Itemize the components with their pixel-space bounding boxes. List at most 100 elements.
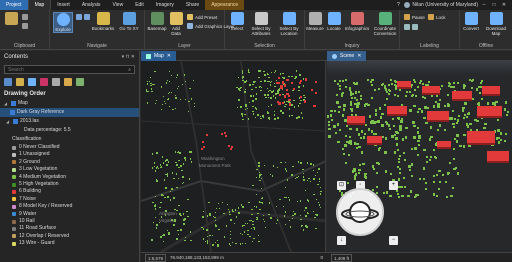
measure-button[interactable]: Measure — [305, 12, 325, 31]
bookmarks-button[interactable]: Bookmarks — [90, 12, 116, 31]
data-source-icon[interactable] — [16, 78, 24, 86]
cut-button[interactable] — [22, 14, 28, 20]
label-icon — [404, 24, 410, 30]
classification-item[interactable]: 13 Wire - Guard — [0, 240, 139, 247]
class-color-swatch[interactable] — [12, 234, 16, 239]
classification-item[interactable]: 2 Ground — [0, 159, 139, 166]
classification-item[interactable]: 12 Overlap / Reserved — [0, 233, 139, 240]
zoom-full-extent-button[interactable]: ⊡ — [337, 181, 346, 190]
drawing-order-icon[interactable] — [4, 78, 12, 86]
zoom-tools[interactable] — [76, 14, 90, 20]
lock-button[interactable]: Lock — [428, 14, 446, 20]
tree-item-map[interactable]: ◢ Map — [0, 99, 139, 108]
classification-item[interactable]: 1 Unassigned — [0, 151, 139, 158]
convert-button[interactable]: Convert — [460, 12, 482, 31]
labeling-list-icon[interactable] — [64, 78, 72, 86]
scene-scale-box[interactable]: 1,409 ft — [331, 254, 353, 262]
close-button[interactable]: ✕ — [500, 2, 508, 8]
locate-button[interactable]: Locate — [325, 12, 343, 31]
scene-navigator[interactable] — [336, 188, 384, 236]
las-visibility-checkbox[interactable] — [13, 119, 18, 124]
nav-down-button[interactable]: ↓ — [337, 236, 346, 245]
tab-scene-view[interactable]: Scene ✕ — [327, 51, 367, 61]
class-color-swatch[interactable] — [12, 212, 16, 217]
add-preset-button[interactable]: Add Preset — [187, 14, 217, 20]
coordinate-conversion-button[interactable]: Coordinate Conversion — [371, 12, 399, 36]
close-icon[interactable]: ✕ — [167, 51, 171, 61]
contents-search-input[interactable] — [8, 66, 126, 73]
tab-view[interactable]: View — [106, 0, 129, 10]
classification-item[interactable]: 5 High Vegetation — [0, 181, 139, 188]
tab-map-view[interactable]: Map ✕ — [141, 51, 176, 61]
help-button[interactable]: ? — [394, 2, 402, 8]
map-visibility-checkbox[interactable] — [11, 101, 16, 106]
lidar-point — [416, 194, 419, 197]
collapse-arrow-icon[interactable]: ◢ — [6, 117, 11, 126]
snapping-list-icon[interactable] — [52, 78, 60, 86]
explore-button[interactable]: Explore — [53, 12, 73, 33]
class-color-swatch[interactable] — [12, 204, 16, 209]
class-color-swatch[interactable] — [12, 197, 16, 202]
pause-button[interactable]: Pause — [404, 14, 425, 20]
tree-item-las-layer[interactable]: ◢ 2013.las — [0, 117, 139, 126]
class-color-swatch[interactable] — [12, 241, 16, 246]
classification-item[interactable]: 11 Road Surface — [0, 225, 139, 232]
map-scale-box[interactable]: 1:5,579 — [145, 254, 167, 262]
class-color-swatch[interactable] — [12, 153, 16, 158]
collapse-arrow-icon[interactable]: ◢ — [4, 99, 9, 108]
goto-xy-button[interactable]: Go To XY — [118, 12, 140, 31]
classification-item[interactable]: 0 Never Classified — [0, 144, 139, 151]
tab-edit[interactable]: Edit — [129, 0, 150, 10]
tab-map[interactable]: Map — [27, 0, 52, 10]
class-color-swatch[interactable] — [12, 226, 16, 231]
tab-imagery[interactable]: Imagery — [150, 0, 180, 10]
contents-search[interactable]: ⌕ — [4, 65, 135, 74]
editing-list-icon[interactable] — [40, 78, 48, 86]
zoom-in-button[interactable]: + — [389, 181, 398, 190]
maximize-button[interactable]: □ — [490, 2, 498, 8]
lidar-point — [336, 101, 339, 104]
tab-project[interactable]: Project — [0, 0, 28, 10]
classification-item[interactable]: 4 Medium Vegetation — [0, 174, 139, 181]
class-color-swatch[interactable] — [12, 167, 16, 172]
select-by-location-button[interactable]: Select By Location — [276, 12, 302, 36]
lidar-point — [389, 79, 392, 82]
class-color-swatch[interactable] — [12, 145, 16, 150]
download-map-button[interactable]: Download Map — [482, 12, 510, 36]
perspective-list-icon[interactable] — [76, 78, 84, 86]
class-color-swatch[interactable] — [12, 190, 16, 195]
tree-item-basemap[interactable]: Dark Gray Reference — [0, 108, 139, 117]
class-color-swatch[interactable] — [12, 182, 16, 187]
tab-share[interactable]: Share — [180, 0, 205, 10]
map-view-canvas[interactable]: Washington Monument Park Arlington Virgi… — [141, 61, 326, 252]
paste-button[interactable] — [4, 12, 18, 26]
class-color-swatch[interactable] — [12, 160, 16, 165]
lidar-point — [437, 105, 440, 108]
classification-item[interactable]: 9 Water — [0, 211, 139, 218]
classification-item[interactable]: 7 Noise — [0, 196, 139, 203]
classification-item[interactable]: 8 Model Key / Reserved — [0, 203, 139, 210]
basemap-button[interactable]: Basemap — [147, 12, 167, 31]
label-tools[interactable] — [404, 24, 418, 30]
classification-item[interactable]: 6 Building — [0, 188, 139, 195]
add-data-button[interactable]: Add Data — [167, 12, 185, 36]
copy-button[interactable] — [22, 23, 28, 29]
tab-insert[interactable]: Insert — [51, 0, 76, 10]
basemap-visibility-checkbox[interactable] — [10, 110, 15, 115]
class-color-swatch[interactable] — [12, 175, 16, 180]
select-by-attributes-button[interactable]: Select By Attributes — [248, 12, 274, 36]
select-button[interactable]: Select — [227, 12, 247, 31]
pane-controls[interactable]: ▾ ⊓ ✕ — [122, 51, 139, 63]
tab-appearance[interactable]: Appearance — [205, 0, 245, 10]
class-color-swatch[interactable] — [12, 219, 16, 224]
minimize-button[interactable]: – — [480, 2, 488, 8]
zoom-out-button[interactable]: − — [389, 236, 398, 245]
close-icon[interactable]: ✕ — [357, 51, 361, 61]
tab-analysis[interactable]: Analysis — [76, 0, 107, 10]
selection-list-icon[interactable] — [28, 78, 36, 86]
infographics-button[interactable]: Infographics — [343, 12, 371, 31]
classification-item[interactable]: 10 Rail — [0, 218, 139, 225]
user-name[interactable]: Nilan (University of Maryland) — [412, 2, 478, 8]
classification-item[interactable]: 3 Low Vegetation — [0, 166, 139, 173]
lidar-point — [315, 199, 318, 201]
